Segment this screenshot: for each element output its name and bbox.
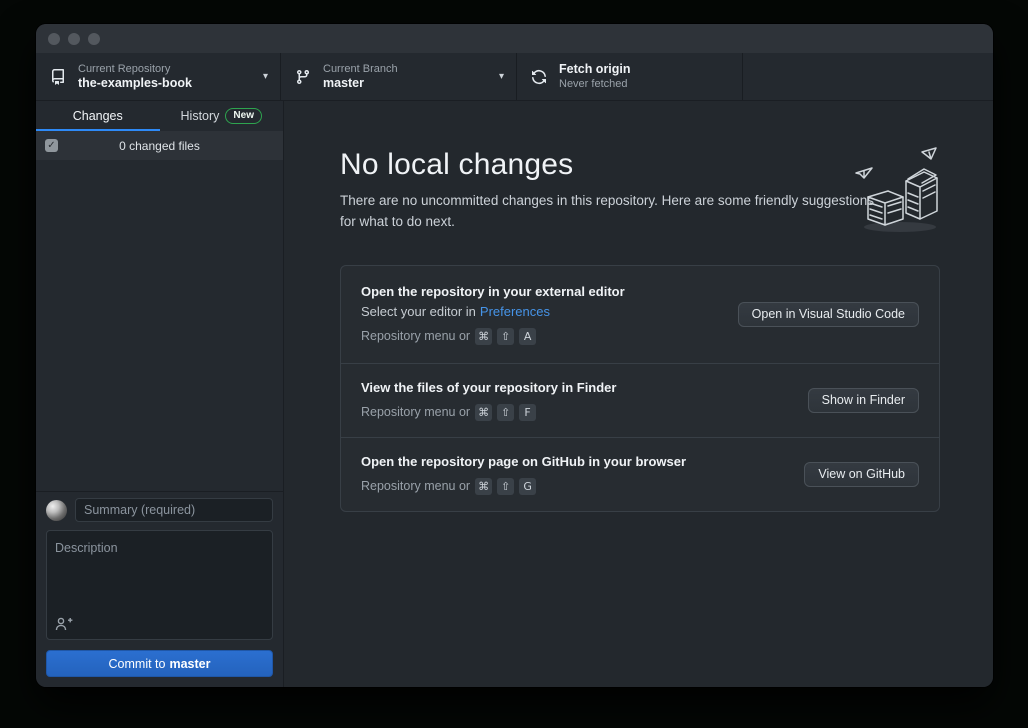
traffic-lights [48,33,100,45]
main-panel: No local changes There are no uncommitte… [284,101,993,687]
repo-icon [50,69,66,85]
tab-changes-label: Changes [73,109,123,123]
letter-key: F [519,404,536,421]
suggestion-open-editor: Open the repository in your external edi… [341,266,939,363]
tab-changes[interactable]: Changes [36,101,160,131]
fetch-origin-title: Fetch origin [559,62,730,77]
close-button[interactable] [48,33,60,45]
tab-history[interactable]: History New [160,101,284,131]
current-repository-name: the-examples-book [78,76,257,91]
current-branch-name: master [323,76,493,91]
changed-files-list [36,160,283,491]
commit-button[interactable]: Commit tomaster [46,650,273,677]
changed-files-count: 0 changed files [36,139,283,153]
show-in-finder-button[interactable]: Show in Finder [808,388,919,413]
minimize-button[interactable] [68,33,80,45]
letter-key: G [519,478,536,495]
current-branch-label: Current Branch [323,62,493,76]
commit-description-field[interactable]: Description [46,530,273,640]
suggestion-title: View the files of your repository in Fin… [361,380,790,395]
command-key: ⌘ [475,404,492,421]
add-coauthor-icon[interactable] [55,616,73,632]
suggestion-title: Open the repository in your external edi… [361,284,720,299]
changed-files-header: ✓ 0 changed files [36,131,283,160]
commit-form: Description Commit tomaster [36,491,283,687]
shift-key: ⇧ [497,404,514,421]
toolbar-spacer [743,53,993,100]
letter-key: A [519,328,536,345]
tab-history-label: History [181,109,220,123]
command-key: ⌘ [475,328,492,345]
titlebar [36,24,993,53]
git-branch-icon [295,69,311,85]
suggestion-title: Open the repository page on GitHub in yo… [361,454,786,469]
new-badge: New [225,108,262,124]
commit-button-branch: master [169,657,210,671]
zoom-button[interactable] [88,33,100,45]
suggestion-subtitle: Select your editor inPreferences [361,304,720,319]
paper-stack-illustration [848,145,943,235]
shift-key: ⇧ [497,328,514,345]
select-all-checkbox[interactable]: ✓ [45,139,58,152]
suggestion-shortcut: Repository menu or ⌘ ⇧ F [361,404,790,421]
open-in-editor-button[interactable]: Open in Visual Studio Code [738,302,919,327]
suggestions-card: Open the repository in your external edi… [340,265,940,512]
description-placeholder: Description [55,541,118,555]
preferences-link[interactable]: Preferences [480,304,550,319]
page-subtitle: There are no uncommitted changes in this… [340,191,876,233]
commit-button-prefix: Commit to [109,657,166,671]
current-repository-dropdown[interactable]: Current Repository the-examples-book ▾ [36,53,281,100]
current-branch-dropdown[interactable]: Current Branch master ▾ [281,53,517,100]
sidebar: Changes History New ✓ 0 changed files De… [36,101,284,687]
suggestion-show-in-finder: View the files of your repository in Fin… [341,363,939,437]
suggestion-shortcut: Repository menu or ⌘ ⇧ A [361,328,720,345]
sync-icon [531,69,547,85]
chevron-down-icon: ▾ [263,71,268,82]
current-repository-label: Current Repository [78,62,257,76]
avatar [46,500,67,521]
fetch-origin-button[interactable]: Fetch origin Never fetched [517,53,743,100]
chevron-down-icon: ▾ [499,71,504,82]
toolbar: Current Repository the-examples-book ▾ C… [36,53,993,101]
suggestion-shortcut: Repository menu or ⌘ ⇧ G [361,478,786,495]
shift-key: ⇧ [497,478,514,495]
fetch-origin-subtitle: Never fetched [559,77,730,91]
commit-summary-input[interactable] [75,498,273,522]
command-key: ⌘ [475,478,492,495]
suggestion-view-on-github: Open the repository page on GitHub in yo… [341,437,939,511]
app-window: Current Repository the-examples-book ▾ C… [36,24,993,687]
sidebar-tabbar: Changes History New [36,101,283,131]
view-on-github-button[interactable]: View on GitHub [804,462,919,487]
